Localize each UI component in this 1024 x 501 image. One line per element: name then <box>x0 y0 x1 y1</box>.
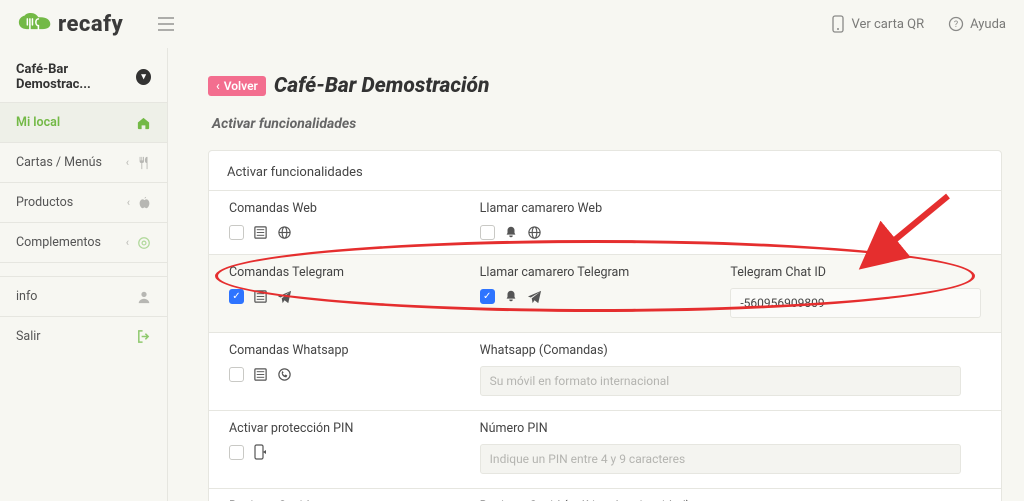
bell-icon <box>503 224 519 240</box>
feature-label: Comandas Whatsapp <box>229 343 480 358</box>
sidebar: Café-Bar Demostrac... ▾ Mi local Cartas … <box>0 48 168 501</box>
feature-row-pin: Activar protección PIN Número PIN <box>209 410 1001 488</box>
apple-icon <box>138 196 151 209</box>
section-heading: Activar funcionalidades <box>212 116 1002 132</box>
chevron-left-icon: ‹ <box>126 156 129 169</box>
nav-item-info[interactable]: info <box>0 276 167 316</box>
view-qr-menu-link[interactable]: Ver carta QR <box>831 15 924 33</box>
brand-name: recafy <box>58 12 123 37</box>
list-icon <box>252 224 268 240</box>
feature-row-covid: Registro Covid Registro Covid (política … <box>209 488 1001 501</box>
list-icon <box>252 366 268 382</box>
features-card: Activar funcionalidades Comandas Web Lla… <box>208 150 1002 501</box>
page-title: Café-Bar Demostración <box>274 74 490 98</box>
nav-item-label: info <box>16 289 37 304</box>
feature-row-whatsapp: Comandas Whatsapp Whatsapp (Comandas) <box>209 332 1001 410</box>
back-button[interactable]: ‹ Volver <box>208 76 266 96</box>
device-icon <box>831 15 845 33</box>
feature-label: Activar protección PIN <box>229 421 480 436</box>
nav-item-complementos[interactable]: Complementos ‹ <box>0 222 167 262</box>
chevron-down-icon: ▾ <box>136 69 151 85</box>
feature-label: Comandas Telegram <box>229 265 480 280</box>
addon-icon <box>137 236 151 250</box>
view-qr-menu-label: Ver carta QR <box>851 17 924 32</box>
sidebar-toggle[interactable] <box>157 17 175 31</box>
feature-label: Número PIN <box>480 421 981 436</box>
nav-item-label: Complementos <box>16 235 101 250</box>
checkbox-comandas-web[interactable] <box>229 225 244 240</box>
user-icon <box>137 290 151 304</box>
nav-item-cartas[interactable]: Cartas / Menús ‹ <box>0 142 167 182</box>
checkbox-camarero-telegram[interactable]: ✓ <box>480 289 495 304</box>
help-link[interactable]: ? Ayuda <box>948 16 1006 32</box>
feature-label: Whatsapp (Comandas) <box>480 343 981 358</box>
feature-row-telegram: Comandas Telegram ✓ Llamar camarero Tele… <box>209 254 1001 332</box>
location-name: Café-Bar Demostrac... <box>16 62 136 92</box>
whatsapp-phone-input[interactable] <box>480 366 961 396</box>
main-content: ‹ Volver Café-Bar Demostración Activar f… <box>168 48 1024 501</box>
back-button-label: Volver <box>224 79 258 93</box>
device-lock-icon <box>252 444 268 460</box>
feature-label: Telegram Chat ID <box>730 265 981 280</box>
bell-icon <box>503 288 519 304</box>
nav-item-salir[interactable]: Salir <box>0 316 167 356</box>
top-bar: recafy Ver carta QR ? Ayuda <box>0 0 1024 48</box>
nav-item-label: Cartas / Menús <box>16 155 102 170</box>
checkbox-comandas-telegram[interactable]: ✓ <box>229 289 244 304</box>
nav-item-label: Salir <box>16 329 41 344</box>
nav-item-productos[interactable]: Productos ‹ <box>0 182 167 222</box>
chevron-left-icon: ‹ <box>216 79 220 93</box>
checkbox-comandas-whatsapp[interactable] <box>229 367 244 382</box>
feature-label: Comandas Web <box>229 201 480 216</box>
chevron-left-icon: ‹ <box>126 236 129 249</box>
home-icon <box>136 115 151 130</box>
utensils-icon <box>137 156 151 170</box>
card-title: Activar funcionalidades <box>209 165 1001 190</box>
nav-item-label: Productos <box>16 195 73 210</box>
svg-text:?: ? <box>954 20 958 30</box>
telegram-icon <box>527 288 543 304</box>
chevron-left-icon: ‹ <box>127 196 130 209</box>
logout-icon <box>136 329 151 344</box>
list-icon <box>252 288 268 304</box>
globe-icon <box>276 224 292 240</box>
help-label: Ayuda <box>970 17 1006 32</box>
nav-item-label: Mi local <box>16 115 60 130</box>
location-switcher[interactable]: Café-Bar Demostrac... ▾ <box>0 48 167 102</box>
nav-item-mi-local[interactable]: Mi local <box>0 102 167 142</box>
feature-row-web: Comandas Web Llamar camarero Web <box>209 190 1001 254</box>
feature-label: Llamar camarero Telegram <box>480 265 731 280</box>
telegram-chat-id-input[interactable] <box>730 288 981 318</box>
whatsapp-icon <box>276 366 292 382</box>
brand-logo: recafy <box>18 12 123 37</box>
pin-input[interactable] <box>480 444 961 474</box>
telegram-icon <box>276 288 292 304</box>
globe-icon <box>527 224 543 240</box>
feature-label: Llamar camarero Web <box>480 201 731 216</box>
brand-logo-icon <box>18 12 52 36</box>
checkbox-pin[interactable] <box>229 445 244 460</box>
help-icon: ? <box>948 16 964 32</box>
checkbox-camarero-web[interactable] <box>480 225 495 240</box>
